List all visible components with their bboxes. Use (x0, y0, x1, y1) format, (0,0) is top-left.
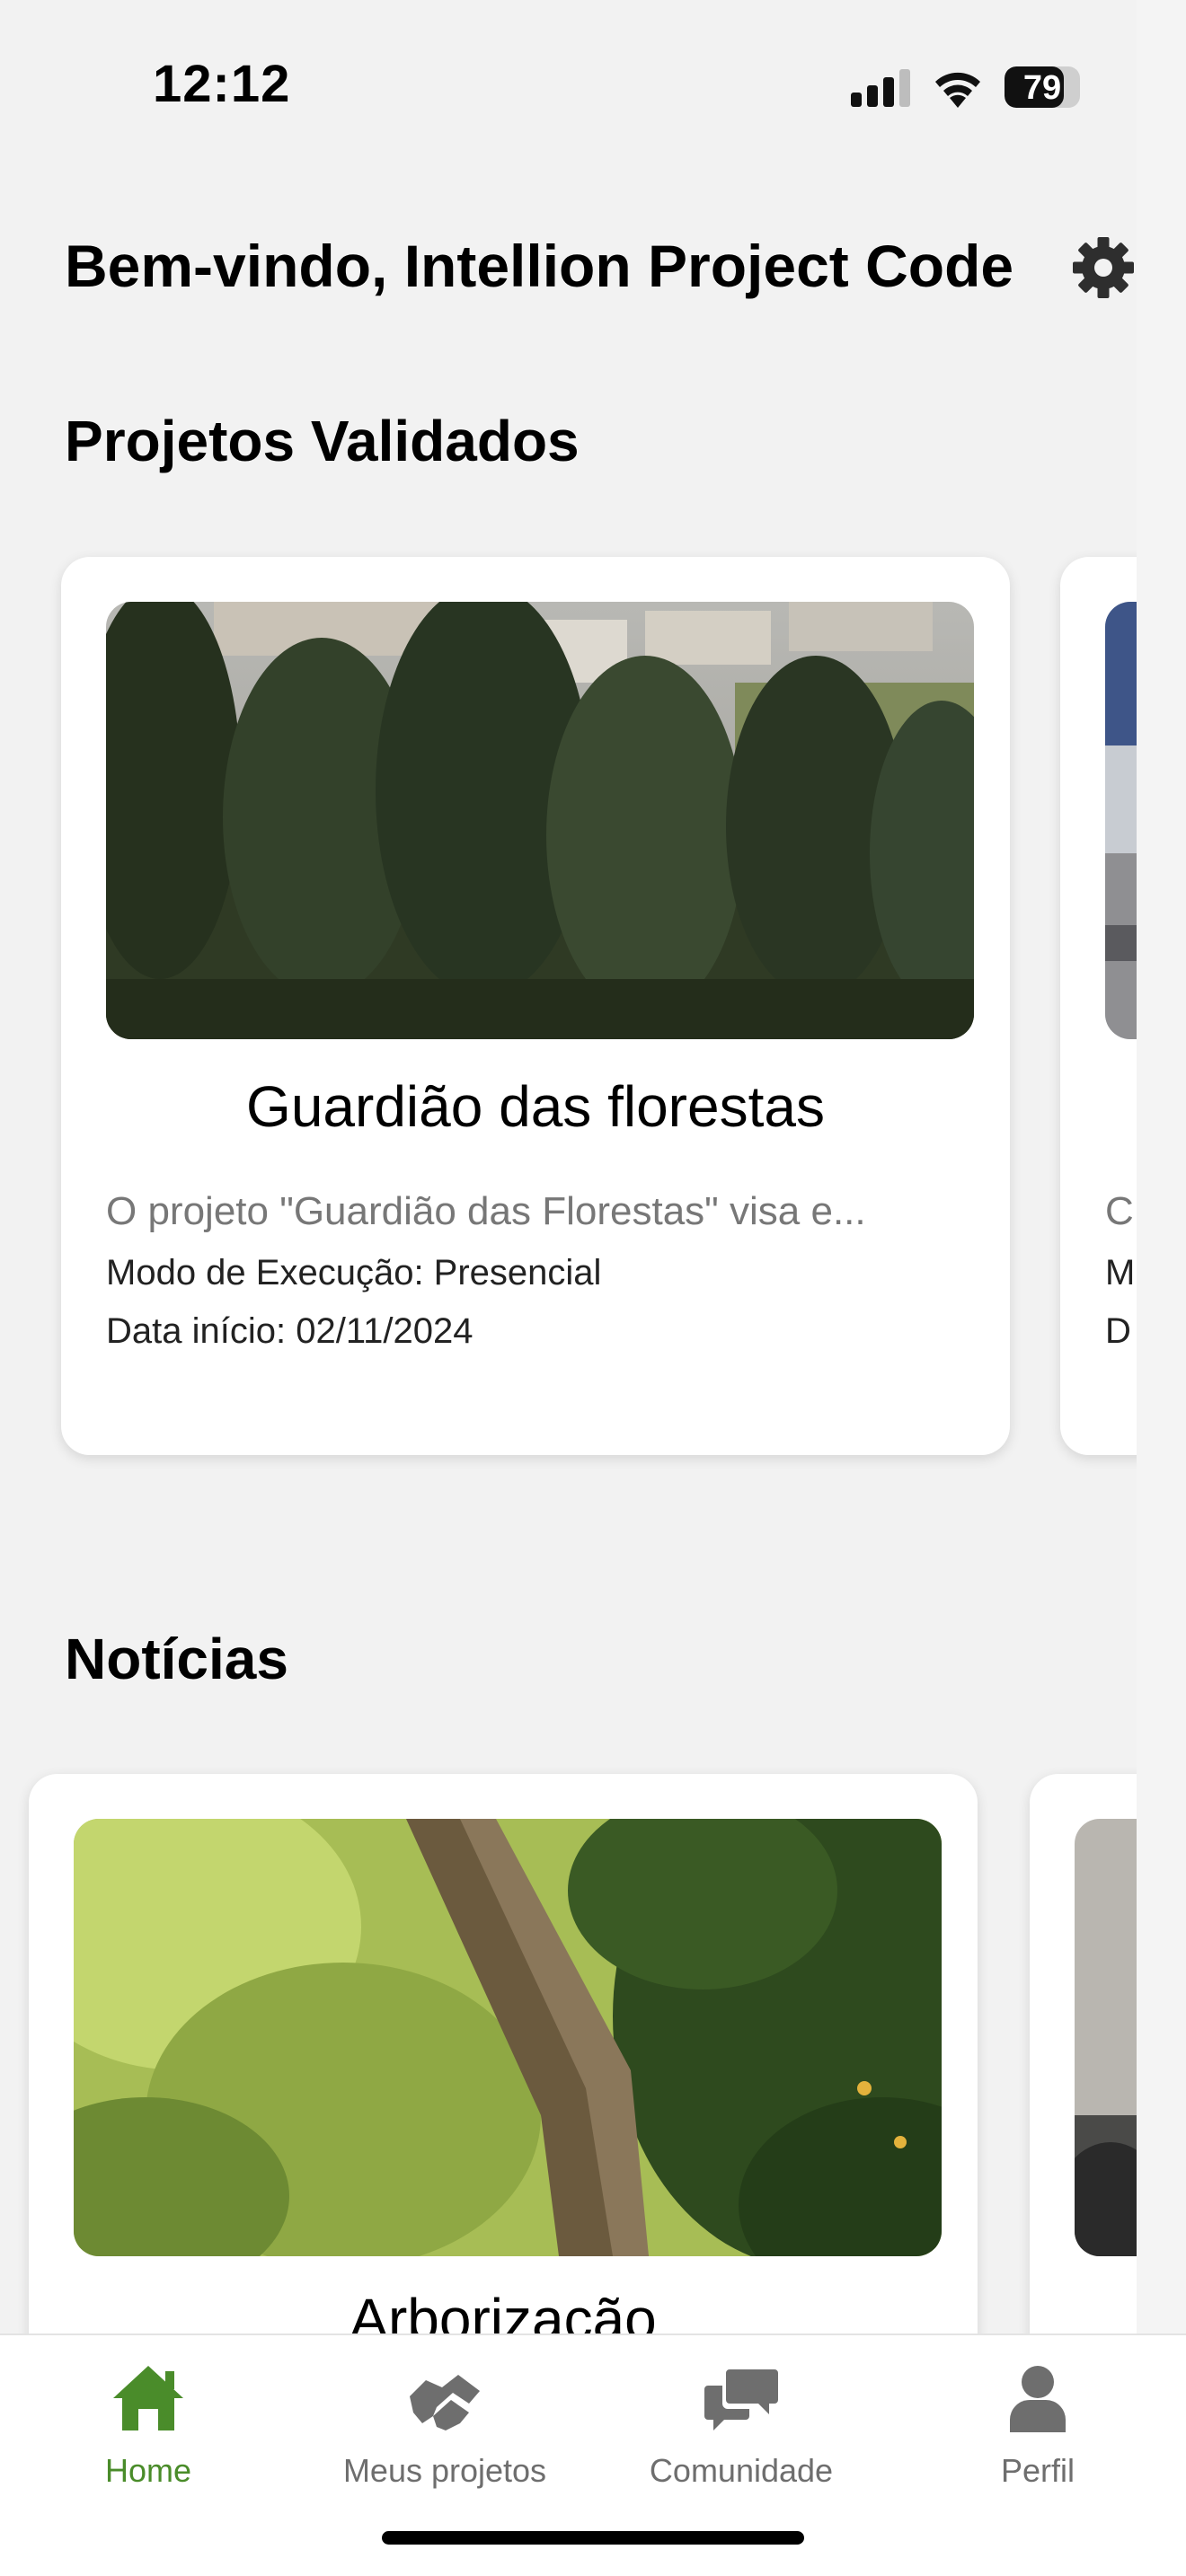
project-title: Guardião das florestas (246, 1074, 825, 1139)
news-image (74, 1819, 942, 2256)
project-image (106, 602, 974, 1039)
tab-profile-label: Perfil (1000, 2452, 1075, 2489)
tab-profile[interactable]: Perfil (890, 2335, 1186, 2515)
home-icon (113, 2366, 183, 2430)
project-description: O projeto "Guardião das Florestas" visa … (106, 1189, 866, 1233)
app-screen: 12:12 79 Bem-vindo, Intellion Project Co… (0, 0, 1186, 2576)
battery-indicator: 79 (1005, 66, 1080, 108)
project-mode: M (1105, 1253, 1136, 1292)
project-image (1105, 602, 1137, 1039)
welcome-title: Bem-vindo, Intellion Project Code (65, 233, 1014, 299)
project-start-date: Data início: 02/11/2024 (106, 1311, 474, 1351)
person-icon (1010, 2366, 1066, 2432)
tab-home[interactable]: Home (0, 2335, 296, 2515)
home-content: 12:12 79 Bem-vindo, Intellion Project Co… (0, 0, 1137, 2576)
home-indicator (382, 2531, 804, 2545)
tab-community-label: Comunidade (649, 2452, 834, 2489)
handshake-icon (410, 2375, 480, 2430)
tab-community[interactable]: Comunidade (593, 2335, 890, 2515)
wifi-icon (935, 72, 980, 108)
cellular-signal-icon (851, 67, 910, 107)
battery-percent: 79 (1022, 69, 1062, 107)
news-title: Notícias (65, 1627, 288, 1691)
project-card[interactable]: C M D (1060, 557, 1137, 1455)
project-card[interactable]: Guardião das florestas O projeto "Guardi… (61, 557, 1010, 1455)
news-card[interactable]: Arborização (29, 1774, 978, 2403)
validated-projects-title: Projetos Validados (65, 409, 580, 473)
tab-home-label: Home (104, 2452, 192, 2489)
tab-my-projects-label: Meus projetos (342, 2452, 547, 2489)
tab-my-projects[interactable]: Meus projetos (296, 2335, 593, 2515)
project-description: C (1105, 1189, 1134, 1233)
gear-icon[interactable] (1071, 235, 1136, 300)
screen-edge (1137, 0, 1186, 2576)
project-mode: Modo de Execução: Presencial (106, 1253, 602, 1292)
news-image (1075, 1819, 1137, 2256)
status-time: 12:12 (153, 55, 291, 113)
project-start-date: D (1105, 1311, 1131, 1351)
news-card[interactable] (1030, 1774, 1137, 2403)
chat-bubbles-icon (704, 2369, 778, 2430)
